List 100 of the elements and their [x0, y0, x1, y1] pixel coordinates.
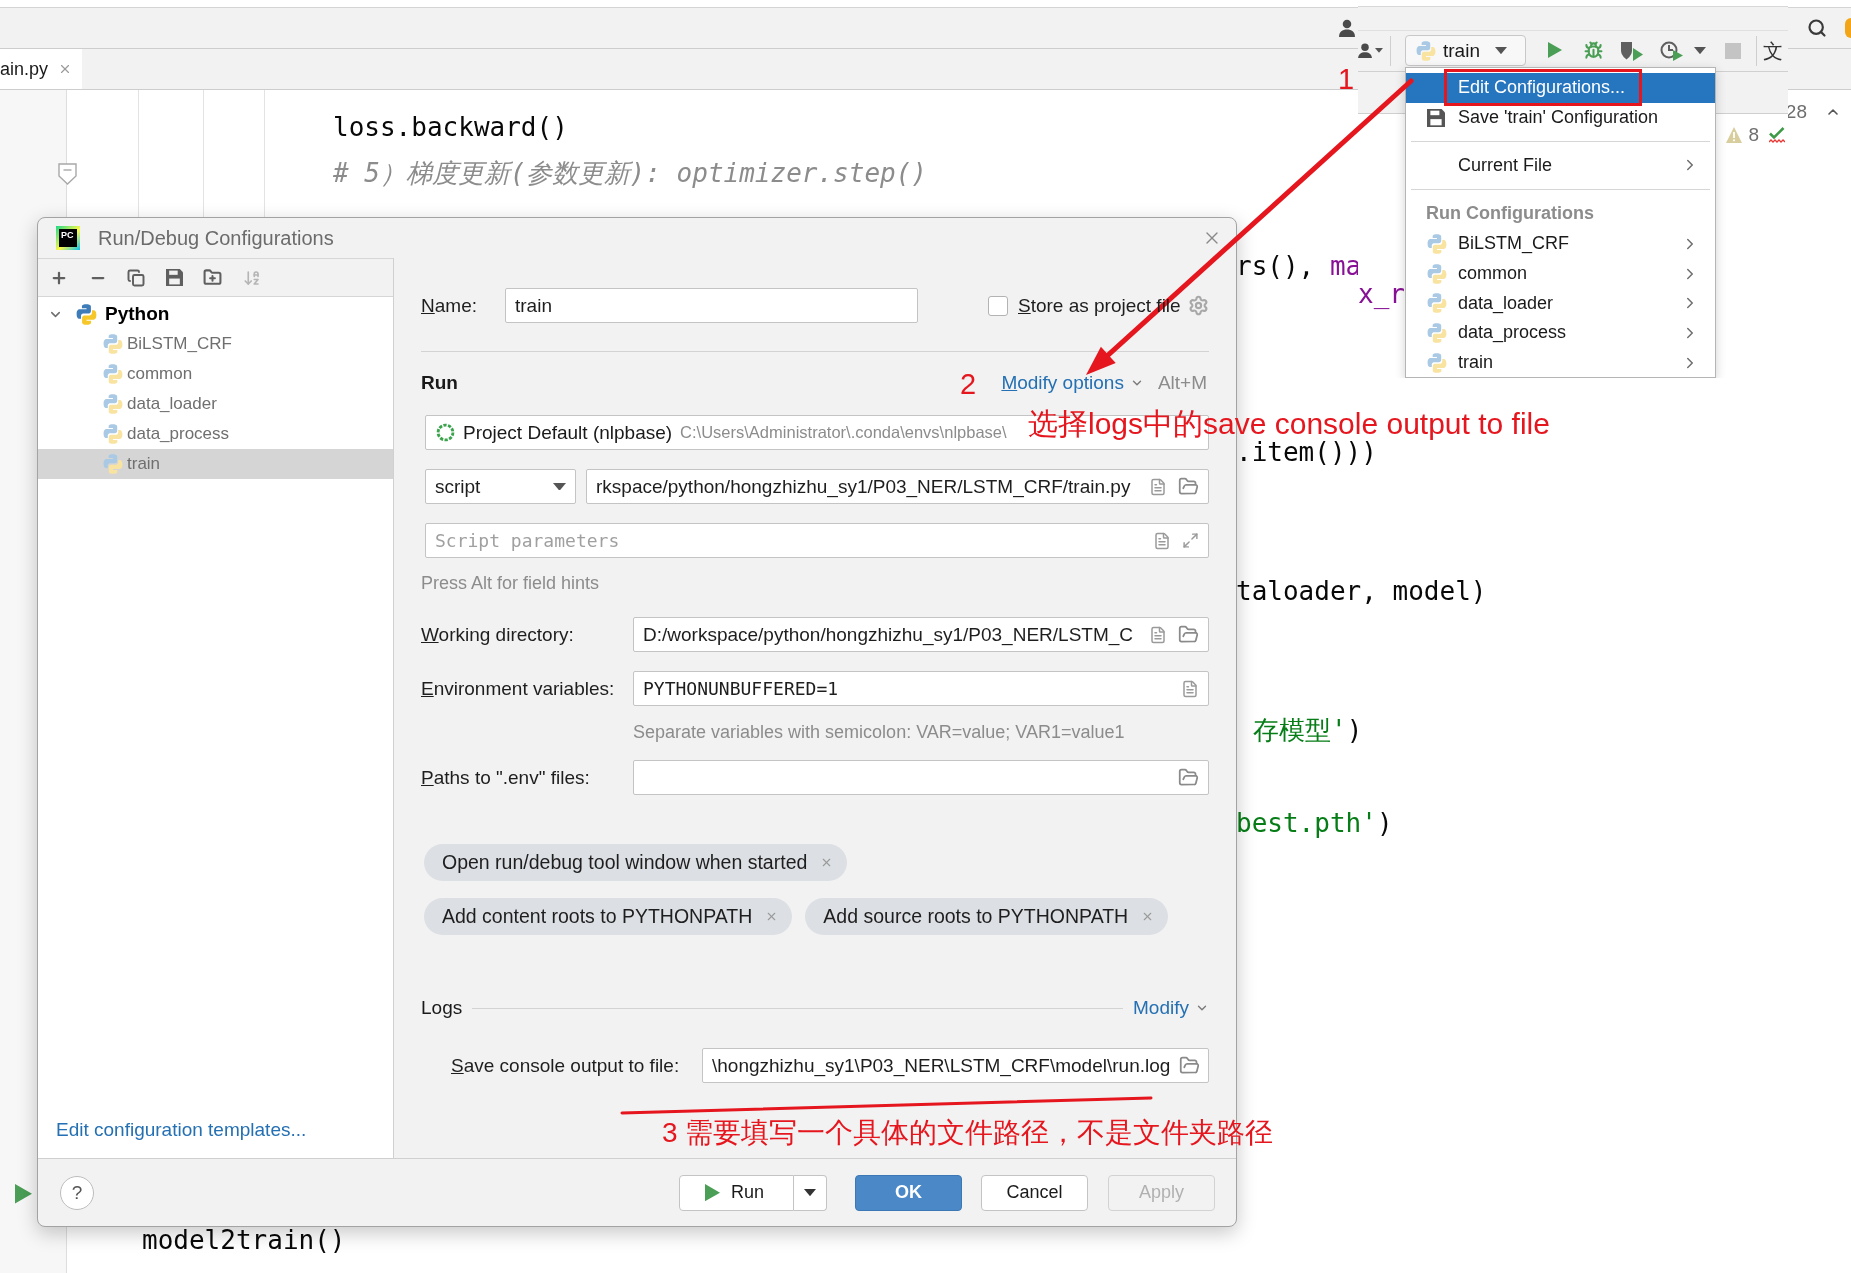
python-icon [1416, 40, 1436, 61]
option-chip[interactable]: Add source roots to PYTHONPATH [805, 898, 1169, 935]
ring-icon [436, 423, 455, 442]
document-icon[interactable] [1153, 531, 1171, 550]
check-icon [1769, 127, 1785, 143]
menu-item[interactable]: train [1406, 347, 1715, 377]
bug-icon[interactable] [1584, 41, 1603, 60]
document-icon[interactable] [1149, 625, 1167, 644]
folder-icon[interactable] [1178, 624, 1199, 645]
folder-icon[interactable] [1178, 476, 1199, 497]
python-icon [1427, 322, 1447, 343]
tree-item[interactable]: common [38, 359, 393, 389]
python-icon [103, 394, 123, 414]
app-logo: PC [56, 226, 80, 250]
dialog-button[interactable]: Cancel [981, 1174, 1088, 1211]
python-icon [103, 334, 123, 354]
shortcut-text: Alt+M [1157, 372, 1207, 394]
checkbox[interactable] [988, 295, 1008, 316]
hint-text: Press Alt for field hints [421, 573, 601, 594]
code-text: model2train() [142, 1224, 346, 1257]
name-field[interactable]: train [505, 288, 918, 323]
expand-icon[interactable] [1182, 532, 1199, 549]
python-icon [103, 364, 123, 384]
modify-link[interactable]: Modify [1133, 997, 1209, 1019]
tree-item[interactable]: data_process [38, 419, 393, 449]
hint-text: Separate variables with semicolon: VAR=value; VAR1=value1 [633, 722, 1126, 743]
menu-item[interactable]: data_loader [1406, 288, 1715, 319]
folder-icon[interactable] [1178, 767, 1199, 788]
caret-icon [1495, 46, 1507, 55]
run-button[interactable]: Run [679, 1174, 794, 1211]
field-label: Name: [421, 294, 478, 317]
run-icon[interactable] [15, 1184, 32, 1204]
field-label: Paths to ".env" files: [421, 766, 591, 789]
copy-icon[interactable] [127, 268, 145, 287]
menu-item[interactable]: Save 'train' Configuration [1406, 102, 1715, 133]
python-icon [1427, 233, 1447, 254]
caret-icon [804, 1188, 816, 1197]
menu-item[interactable]: data_process [1406, 318, 1715, 348]
input-field[interactable] [633, 760, 1209, 795]
document-icon[interactable] [1181, 679, 1199, 698]
code-text: x_r [1358, 277, 1405, 311]
input-field[interactable]: D:/workspace/python/hongzhizhu_sy1/P03_NER/LSTM_C [633, 617, 1209, 652]
document-icon[interactable] [1149, 477, 1167, 496]
annotation-text: 2 [960, 368, 977, 402]
menu-item[interactable]: BiLSTM_CRF [1406, 229, 1715, 259]
tree-item[interactable]: data_loader [38, 389, 393, 419]
code-text: 存模型' [1253, 714, 1347, 747]
python-icon [1427, 263, 1447, 284]
menu-header: Run Configurations [1425, 202, 1595, 226]
tree-item[interactable]: Python [38, 299, 393, 329]
interpreter-path: C:\Users\Administrator\.conda\envs\nlpbase\ [680, 423, 1007, 442]
interpreter-name: Project Default (nlpbase) [463, 421, 673, 444]
translate-button[interactable]: 文 [1763, 39, 1783, 62]
python-icon [103, 454, 123, 474]
warning-icon [1726, 127, 1743, 143]
code-text: loss.backward() [333, 110, 568, 144]
menu-item[interactable]: Current File [1406, 150, 1715, 181]
user-icon[interactable] [1339, 19, 1355, 37]
code-text: # 5）梯度更新(参数更新): optimizer.step() [333, 157, 928, 190]
code-text: best.pth' [1236, 806, 1377, 840]
menu-item[interactable]: common [1406, 258, 1715, 289]
field-label: Working directory: [421, 623, 575, 646]
python-icon [103, 424, 123, 444]
counter-text: 28 [1785, 101, 1807, 123]
section-title: Logs [421, 997, 463, 1019]
run-options-button[interactable] [794, 1174, 827, 1211]
play-icon [705, 1183, 720, 1202]
caret-icon[interactable] [1694, 46, 1706, 55]
dialog-button[interactable]: OK [855, 1174, 962, 1211]
folder-icon[interactable] [1179, 1055, 1201, 1076]
shield-play-icon[interactable] [1620, 40, 1644, 61]
dialog-title: Run/Debug Configurations [98, 226, 334, 250]
caret-icon [553, 482, 566, 491]
input-field[interactable]: PYTHONUNBUFFERED=1 [633, 671, 1209, 706]
search-icon[interactable] [1807, 18, 1827, 38]
person-icon[interactable] [1358, 42, 1372, 59]
run-config-dropdown[interactable]: train [1405, 35, 1526, 66]
folder-plus-icon[interactable] [203, 268, 222, 287]
field-label: Environment variables: [421, 677, 616, 700]
section-title: Run [421, 372, 458, 394]
menu-item[interactable]: Edit Configurations... [1406, 73, 1715, 103]
templates-link[interactable]: Edit configuration templates... [56, 1119, 307, 1141]
log-file-field[interactable]: \hongzhizhu_sy1\P03_NER\LSTM_CRF\model\run.log [702, 1048, 1209, 1083]
target-type-dropdown[interactable]: script [425, 469, 576, 504]
sort-icon[interactable] [242, 268, 261, 287]
annotation-text: 1 [1338, 63, 1355, 97]
tree-item[interactable]: BiLSTM_CRF [38, 329, 393, 359]
run-icon[interactable] [1548, 42, 1562, 59]
fold-icon[interactable] [58, 162, 77, 185]
clock-play-icon[interactable] [1660, 40, 1684, 61]
code-text: ) [1346, 714, 1363, 747]
option-chip[interactable]: Add content roots to PYTHONPATH [424, 898, 793, 935]
python-icon [1427, 293, 1447, 314]
script-path-field[interactable]: rkspace/python/hongzhizhu_sy1/P03_NER/LSTM_CRF/train.py [586, 469, 1209, 504]
modify-options-link[interactable]: Modify options [1001, 372, 1144, 394]
editor-tab[interactable]: ain.py [0, 49, 82, 89]
help-button[interactable]: ? [60, 1175, 94, 1210]
settings-icon[interactable] [1188, 295, 1209, 316]
code-text: .item())) [1236, 435, 1377, 469]
option-chip[interactable]: Open run/debug tool window when started [424, 844, 848, 881]
